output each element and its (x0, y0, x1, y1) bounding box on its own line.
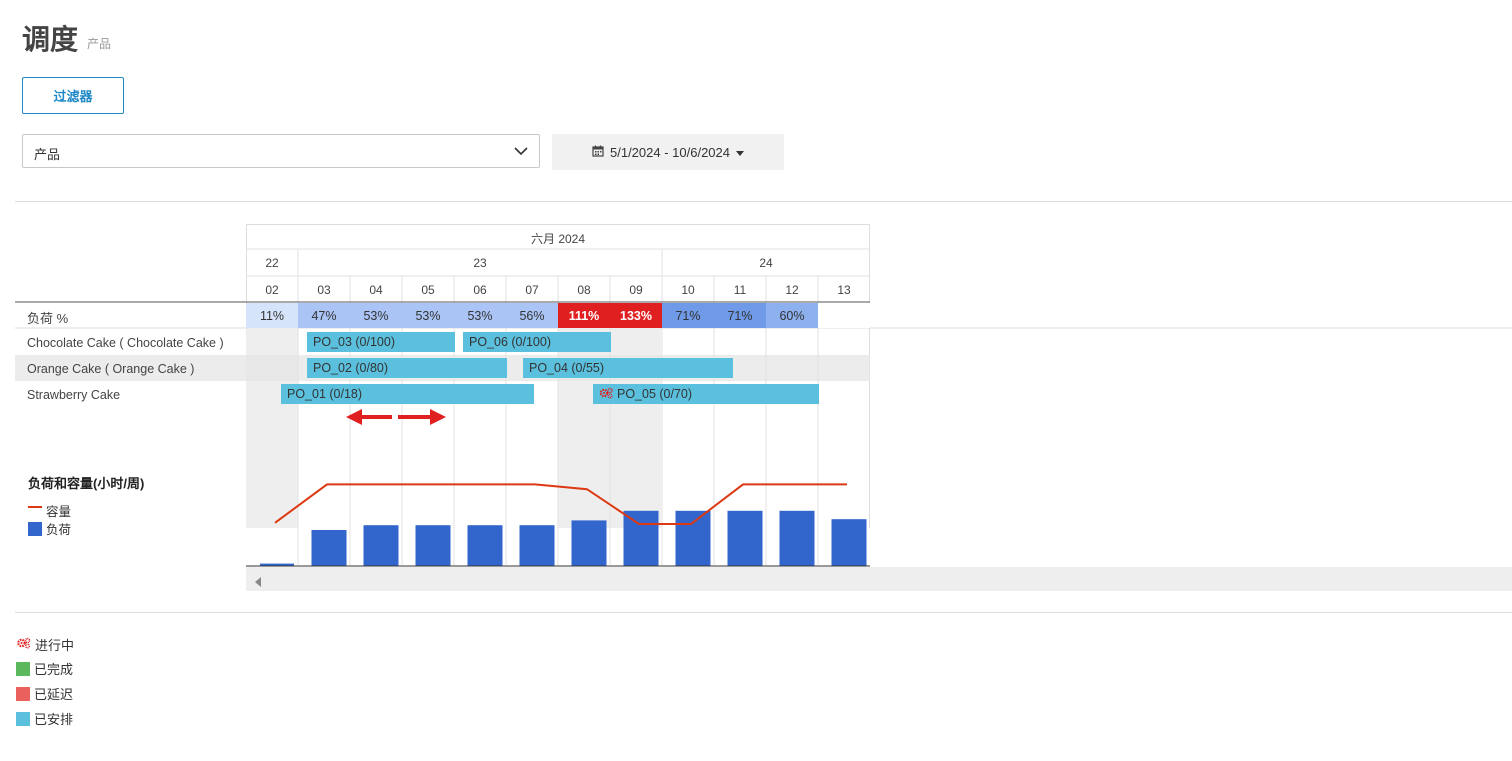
gears-icon (16, 637, 31, 652)
row-label: Chocolate Cake ( Chocolate Cake ) (27, 336, 224, 350)
load-cell: 60% (766, 303, 818, 328)
legend-capacity: 容量 (28, 501, 71, 520)
load-bar (467, 525, 503, 566)
load-bar (519, 525, 555, 566)
load-capacity-chart (246, 483, 870, 567)
day-label: 10 (681, 283, 695, 297)
status-label: 已完成 (34, 662, 74, 677)
order-label: PO_03 (0/100) (313, 335, 395, 349)
status-swatch (16, 661, 30, 676)
horizontal-scrollbar[interactable] (246, 567, 1512, 591)
legend-capacity-label: 容量 (46, 505, 72, 519)
status-label: 进行中 (35, 638, 75, 653)
load-bar (727, 510, 763, 566)
load-bar (311, 530, 347, 566)
status-legend-scheduled: 已安排 (16, 709, 73, 728)
order-label: PO_01 (0/18) (287, 387, 363, 401)
load-bar (779, 510, 815, 566)
order-label: PO_06 (0/100) (469, 335, 551, 349)
order-bar[interactable]: PO_06 (0/100) (463, 332, 611, 352)
load-row-label: 负荷 % (27, 311, 69, 326)
load-cell: 53% (402, 303, 454, 328)
month-label: 六月 2024 (530, 232, 586, 246)
status-legend-completed: 已完成 (16, 659, 73, 678)
gears-icon (599, 387, 613, 402)
load-bar (363, 525, 399, 566)
load-cell: 47% (298, 303, 350, 328)
day-label: 12 (785, 283, 799, 297)
load-cell: 71% (662, 303, 714, 328)
load-cell: 133% (610, 303, 662, 328)
load-cell: 56% (506, 303, 558, 328)
bar-swatch (28, 521, 42, 536)
line-swatch (28, 505, 42, 508)
day-label: 11 (733, 283, 747, 297)
status-swatch (16, 711, 30, 726)
status-legend-delayed: 已延迟 (16, 684, 73, 703)
load-cell: 11% (246, 303, 298, 328)
order-bar[interactable]: PO_03 (0/100) (307, 332, 455, 352)
load-bar (831, 519, 867, 566)
scroll-left-icon[interactable] (254, 574, 262, 592)
load-bar (571, 520, 607, 566)
day-label: 13 (837, 283, 851, 297)
status-swatch (16, 686, 30, 701)
order-label: PO_04 (0/55) (529, 361, 605, 375)
day-label: 08 (577, 283, 591, 297)
day-label: 04 (369, 283, 383, 297)
week-label: 23 (473, 256, 487, 270)
status-label: 已延迟 (34, 687, 74, 702)
legend-load: 负荷 (28, 519, 71, 538)
status-legend-in-progress: 进行中 (16, 635, 74, 654)
load-bar (415, 525, 451, 566)
drag-arrows-icon[interactable] (340, 406, 450, 428)
grid-lines (15, 248, 1512, 565)
order-bar[interactable]: PO_02 (0/80) (307, 358, 507, 378)
load-cell: 111% (558, 303, 610, 328)
order-bar[interactable]: PO_05 (0/70) (593, 384, 819, 404)
load-cell: 71% (714, 303, 766, 328)
order-bar[interactable]: PO_01 (0/18) (281, 384, 534, 404)
day-label: 03 (317, 283, 331, 297)
chart-title: 负荷和容量(小时/周) (28, 476, 145, 491)
order-label: PO_02 (0/80) (313, 361, 389, 375)
divider-bottom (15, 612, 1512, 613)
order-bar[interactable]: PO_04 (0/55) (523, 358, 733, 378)
day-label: 07 (525, 283, 539, 297)
row-label: Orange Cake ( Orange Cake ) (27, 362, 195, 376)
day-label: 09 (629, 283, 643, 297)
status-label: 已安排 (34, 712, 74, 727)
load-cell: 53% (350, 303, 402, 328)
row-label: Strawberry Cake (27, 388, 121, 402)
week-label: 24 (759, 256, 773, 270)
legend-load-label: 负荷 (46, 523, 72, 537)
order-label: PO_05 (0/70) (617, 387, 693, 401)
load-cell: 53% (454, 303, 506, 328)
day-label: 06 (473, 283, 487, 297)
load-bar (623, 510, 659, 566)
day-label: 05 (421, 283, 435, 297)
load-bar (675, 510, 711, 566)
week-label: 22 (265, 256, 279, 270)
load-cell (818, 303, 870, 328)
day-label: 02 (265, 283, 279, 297)
